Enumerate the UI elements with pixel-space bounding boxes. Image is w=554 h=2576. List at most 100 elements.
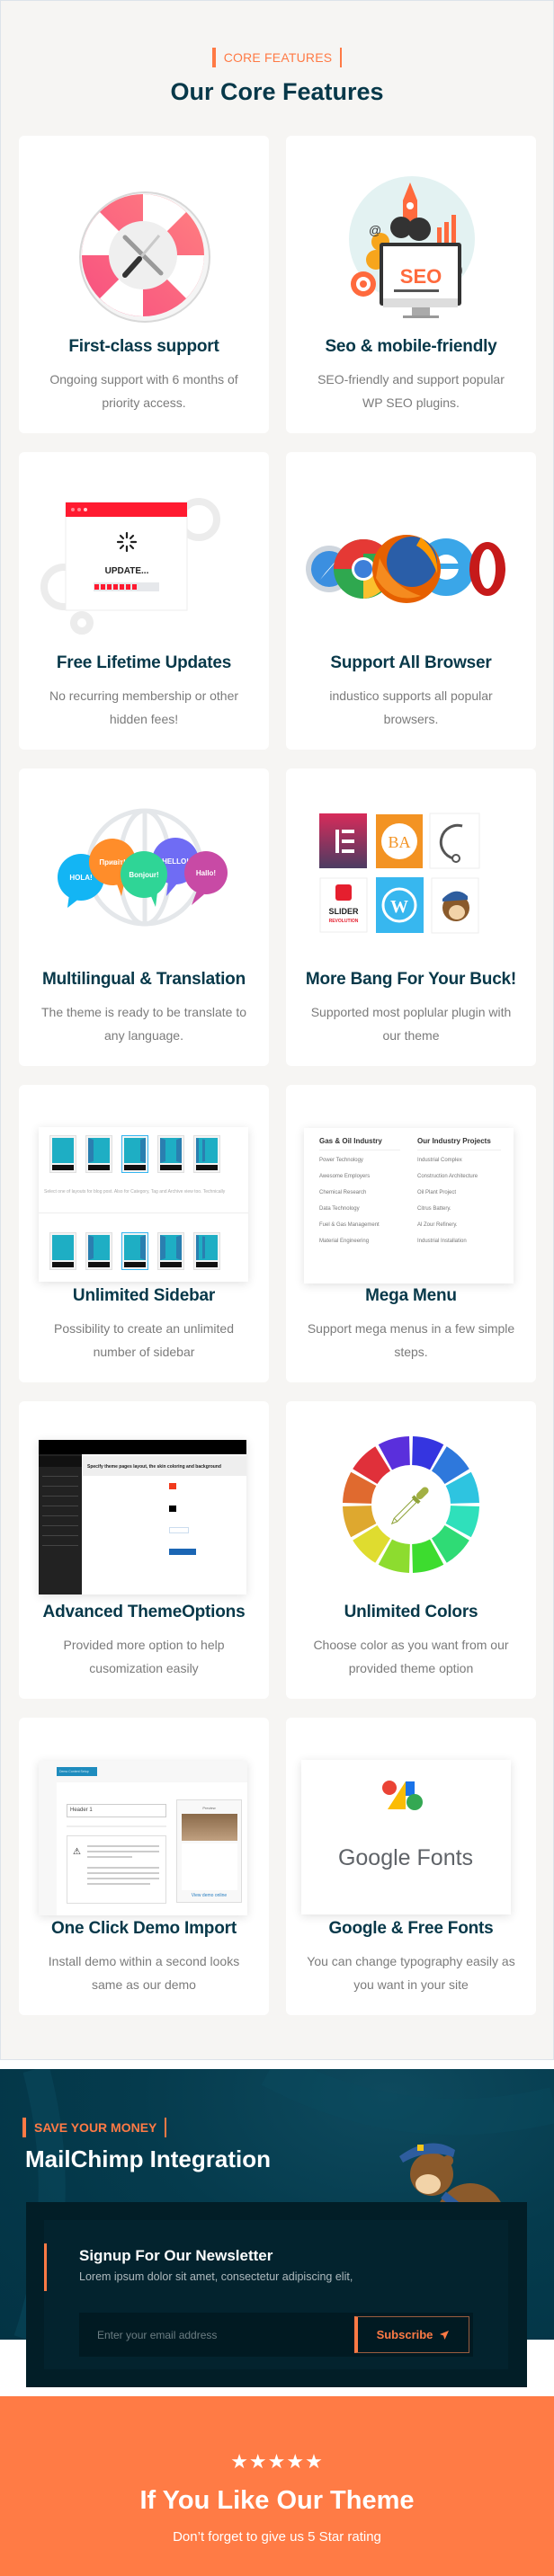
lifebuoy-tools-icon (19, 136, 269, 342)
eyebrow-text: SAVE YOUR MONEY (34, 2120, 157, 2135)
layout-no-sidebar (49, 1232, 76, 1270)
feature-card-multilingual: HOLA! Привіт! HELLO! Bonjour! Hallo! Mul… (19, 768, 269, 1066)
mailchimp-title: MailChimp Integration (25, 2145, 271, 2172)
card-description: Possibility to create an unlimited numbe… (54, 1321, 234, 1359)
newsletter-inner: Signup For Our Newsletter Lorem ipsum do… (44, 2220, 508, 2369)
section-eyebrow: CORE FEATURES (1, 48, 553, 67)
mega-menu-preview: Gas & Oil Industry Power Technology Awes… (286, 1085, 536, 1292)
eyebrow-bar-right (165, 2118, 167, 2137)
core-features-section: CORE FEATURES Our Core Features First-cl… (0, 0, 554, 2060)
card-title: More Bang For Your Buck! (305, 970, 517, 989)
card-description: industico supports all popular browsers. (329, 688, 493, 726)
feature-card-seo: @ SEO Seo & mobile-friendly SEO-friendly… (286, 136, 536, 433)
svg-text:BA: BA (388, 833, 410, 851)
progress-segment (107, 584, 112, 590)
rating-section: ★★★★★ If You Like Our Theme Don’t forget… (0, 2396, 554, 2576)
svg-text:SLIDER: SLIDER (328, 907, 359, 916)
eyebrow-text: CORE FEATURES (223, 50, 333, 65)
update-progress-bar (94, 584, 137, 590)
eyebrow-bar-left (211, 48, 216, 67)
card-title: Multilingual & Translation (42, 970, 246, 989)
newsletter-title: Signup For Our Newsletter (79, 2247, 273, 2264)
svg-text:Hallo!: Hallo! (196, 869, 216, 877)
email-input[interactable] (79, 2313, 349, 2357)
dropper-icon (390, 1487, 429, 1525)
card-description: Ongoing support with 6 months of priorit… (49, 372, 238, 410)
section-title: Our Core Features (170, 78, 384, 105)
demo-content-setup-button: Demo Content Setup (57, 1767, 97, 1776)
google-fonts-text: Google Fonts (338, 1845, 473, 1870)
card-description: You can change typography easily as you … (307, 1954, 515, 1992)
theme-options-panel: Specify theme pages layout, the skin col… (39, 1440, 246, 1594)
mega-menu-column: Our Industry Projects Industrial Complex… (417, 1137, 501, 1255)
demo-import-screenshot: Demo Content Setup Header 1 ⚠ Preview Vi… (19, 1718, 269, 1924)
card-description: The theme is ready to be translate to an… (40, 1005, 246, 1043)
update-text: UPDATE... (105, 566, 149, 576)
mega-menu-item: Power Technology (319, 1158, 363, 1163)
progress-segment (126, 584, 130, 590)
card-title: Unlimited Colors (344, 1603, 478, 1621)
color-wheel-dropper (286, 1401, 536, 1608)
feature-card-demo-import: Demo Content Setup Header 1 ⚠ Preview Vi… (19, 1718, 269, 2015)
svg-text:W: W (390, 897, 408, 917)
seo-monitor-icon: @ SEO (286, 136, 536, 342)
feature-card-browsers: Support All Browser industico supports a… (286, 452, 536, 750)
card-description: SEO-friendly and support popular WP SEO … (317, 372, 505, 410)
sidebar-layouts: Select one of layouts for blog post. Als… (19, 1085, 269, 1292)
header-select: Header 1 (67, 1804, 166, 1817)
layout-both-sidebars (157, 1135, 184, 1173)
mega-menu-item: Chemical Research (319, 1190, 367, 1195)
mega-menu-item: Construction Architecture (417, 1174, 478, 1179)
view-demo-link[interactable]: View demo online (177, 1893, 241, 1898)
mega-menu-item: Industrial Complex (417, 1158, 462, 1163)
elementor-logo (319, 813, 367, 868)
update-window-icon: UPDATE... (19, 452, 269, 659)
mega-menu-item: Awesome Employers (319, 1174, 371, 1179)
card-description: Supported most poplular plugin with our … (310, 1005, 512, 1043)
svg-text:@: @ (369, 223, 381, 237)
svg-text:Привіт!: Привіт! (99, 858, 125, 866)
newsletter-box: Signup For Our Newsletter Lorem ipsum do… (26, 2202, 527, 2387)
mega-menu-item: Material Engineering (319, 1239, 370, 1244)
google-fonts-logo: Google Fonts (286, 1718, 536, 1924)
newsletter-accent-bar (44, 2243, 47, 2291)
card-title: Free Lifetime Updates (56, 653, 232, 672)
svg-text:HELLO!: HELLO! (162, 857, 189, 866)
card-title: Google & Free Fonts (328, 1919, 494, 1938)
layout-right-sidebar (121, 1135, 148, 1173)
opera-logo (469, 542, 505, 596)
mega-menu-screenshot: Gas & Oil Industry Power Technology Awes… (304, 1128, 514, 1284)
mega-menu-item: Citrus Battery. (417, 1206, 451, 1212)
mega-menu-item: Fuel & Gas Management (319, 1222, 380, 1228)
feature-card-updates: UPDATE... Free Lifetime Updates No recur… (19, 452, 269, 750)
card-title: One Click Demo Import (51, 1919, 237, 1938)
subscribe-button[interactable]: Subscribe (354, 2316, 469, 2353)
progress-segment (120, 584, 124, 590)
progress-segment (113, 584, 118, 590)
five-star-icons: ★★★★★ (230, 2450, 324, 2473)
google-fonts-panel: Google Fonts (301, 1760, 511, 1914)
card-title: Mega Menu (365, 1286, 457, 1305)
feature-card-sidebar: Select one of layouts for blog post. Als… (19, 1085, 269, 1382)
eyebrow-bar-right (340, 48, 343, 67)
feature-card-google-fonts: Google Fonts Google & Free Fonts You can… (286, 1718, 536, 2015)
progress-segment (94, 584, 99, 590)
slider-revolution-logo: SLIDER REVOLUTION (319, 877, 368, 933)
progress-segment (132, 584, 137, 590)
card-title: Seo & mobile-friendly (325, 337, 497, 356)
svg-text:Bonjour!: Bonjour! (129, 871, 158, 879)
mailchimp-logo (431, 877, 479, 934)
card-description: Choose color as you want from our provid… (313, 1638, 509, 1675)
feature-card-colors: Unlimited Colors Choose color as you wan… (286, 1401, 536, 1699)
eyebrow-bar-left (22, 2118, 26, 2137)
mega-menu-heading: Gas & Oil Industry (319, 1137, 400, 1150)
seo-text: SEO (400, 265, 442, 288)
feature-card-theme-options: Specify theme pages layout, the skin col… (19, 1401, 269, 1699)
ba-logo: BA (376, 814, 423, 868)
layout-no-sidebar (49, 1135, 76, 1173)
layouts-caption: Select one of layouts for blog post. Als… (44, 1189, 226, 1195)
paper-plane-icon (440, 2330, 450, 2340)
mega-menu-item: Industrial Installation (417, 1239, 467, 1244)
layout-left-sidebar (85, 1232, 112, 1270)
card-title: Advanced ThemeOptions (42, 1603, 246, 1621)
